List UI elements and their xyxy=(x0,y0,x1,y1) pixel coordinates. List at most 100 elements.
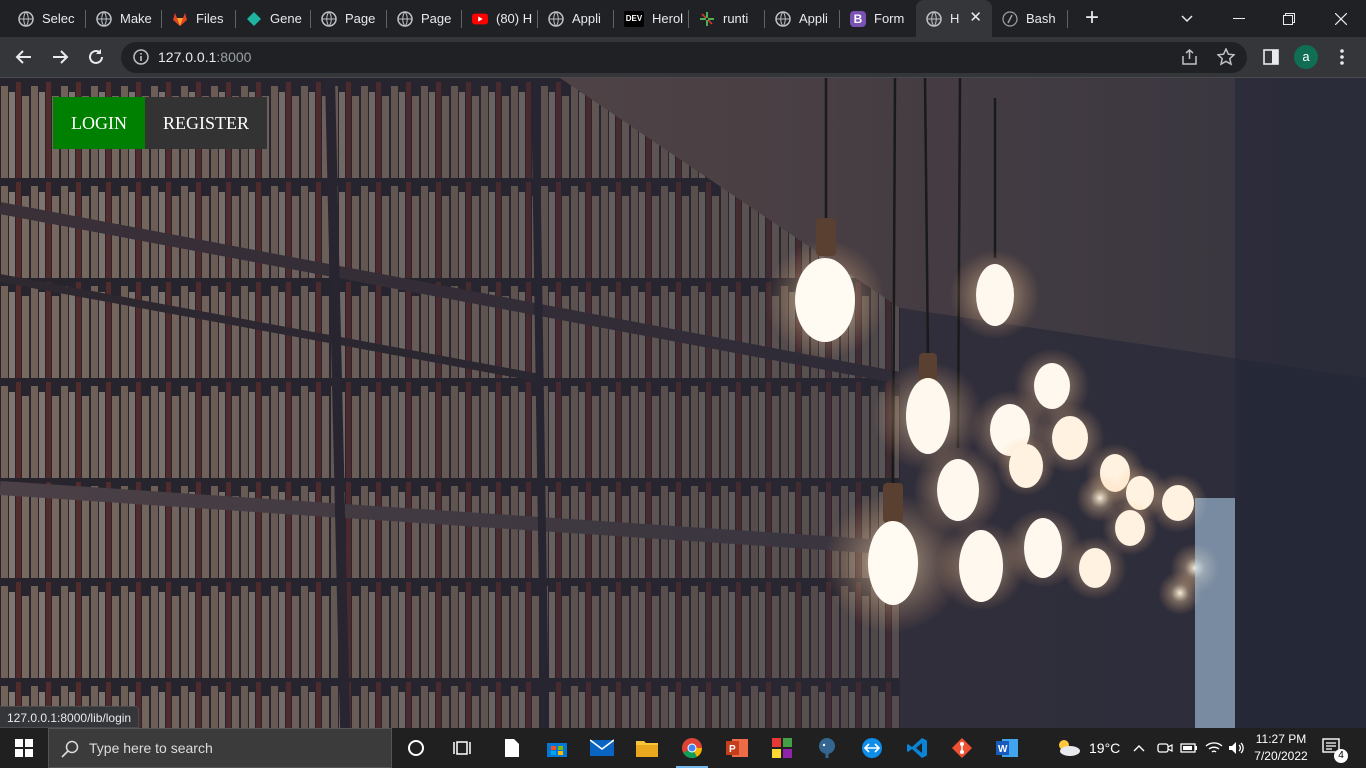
new-tab-button[interactable]: + xyxy=(1080,6,1104,31)
windows-start-icon[interactable] xyxy=(0,728,48,768)
site-info-icon[interactable] xyxy=(133,49,149,70)
colorful-app-icon[interactable] xyxy=(760,728,804,768)
browser-tab[interactable]: runti xyxy=(689,0,765,37)
address-bar[interactable]: 127.0.0.1:8000 xyxy=(121,42,1247,73)
search-icon xyxy=(61,740,79,763)
browser-toolbar: 127.0.0.1:8000 a xyxy=(0,37,1366,78)
taskbar-search-box[interactable]: Type here to search xyxy=(48,728,392,768)
gitlab-icon xyxy=(172,11,188,27)
search-placeholder: Type here to search xyxy=(89,740,213,756)
tab-title: Selec xyxy=(42,11,75,26)
weather-cloud-icon xyxy=(1055,737,1081,760)
globe-icon xyxy=(96,10,112,27)
bookmark-star-icon[interactable] xyxy=(1216,47,1236,71)
menu-dots-icon[interactable] xyxy=(1328,43,1356,71)
sparkle-icon xyxy=(699,11,715,27)
browser-tab[interactable]: Page xyxy=(387,0,462,37)
close-window-button[interactable] xyxy=(1316,0,1366,37)
back-icon[interactable] xyxy=(10,43,38,71)
tab-title: Bash xyxy=(1026,11,1056,26)
svg-text:P: P xyxy=(729,744,736,755)
tab-title: (80) H xyxy=(496,11,533,26)
globe-icon xyxy=(18,10,34,27)
browser-tab[interactable]: Appli xyxy=(538,0,614,37)
dev-icon: DEV xyxy=(624,10,644,27)
close-tab-icon[interactable]: ✕ xyxy=(969,10,982,26)
vscode-icon[interactable] xyxy=(895,728,939,768)
url-host: 127.0.0.1 xyxy=(158,49,217,65)
powerpoint-icon[interactable]: P xyxy=(715,728,759,768)
tab-title: Page xyxy=(421,11,452,26)
login-link[interactable]: LOGIN xyxy=(53,97,145,149)
notification-badge: 4 xyxy=(1334,749,1348,763)
tab-title: Page xyxy=(345,11,376,26)
globe-icon xyxy=(548,10,564,27)
notification-center-icon[interactable]: 4 xyxy=(1322,728,1348,768)
link-hover-status: 127.0.0.1:8000/lib/login xyxy=(0,706,140,728)
git-icon[interactable] xyxy=(940,728,984,768)
page-content: LOGIN REGISTER xyxy=(0,78,1366,728)
forward-icon[interactable] xyxy=(46,43,74,71)
globe-icon xyxy=(321,10,337,27)
tab-title: runti xyxy=(723,11,749,26)
svg-text:W: W xyxy=(998,744,1008,755)
file-icon[interactable] xyxy=(490,728,534,768)
browser-tab[interactable]: Files xyxy=(162,0,236,37)
browser-tab[interactable]: DEV Herol xyxy=(614,0,689,37)
youtube-icon xyxy=(472,11,488,27)
tab-search-icon[interactable] xyxy=(1162,0,1212,37)
file-explorer-icon[interactable] xyxy=(625,728,669,768)
diamond-icon xyxy=(246,11,262,27)
tab-title: Files xyxy=(196,11,224,26)
tab-title: Herol xyxy=(652,11,684,26)
browser-tab[interactable]: Appli xyxy=(765,0,840,37)
browser-tab[interactable]: Selec xyxy=(8,0,86,37)
task-view-icon[interactable] xyxy=(441,728,485,768)
clock-time: 11:27 PM xyxy=(1255,732,1307,746)
browser-tab[interactable]: (80) H xyxy=(462,0,538,37)
bash-icon xyxy=(1002,10,1018,27)
tab-title: Appli xyxy=(572,11,601,26)
library-background-image xyxy=(0,78,1366,728)
windows-taskbar: Type here to search P W 19°C 11:27 PM 7/… xyxy=(0,728,1366,768)
register-link[interactable]: REGISTER xyxy=(145,97,268,149)
tab-strip: Selec Make Files Gene Page Page (80) H A… xyxy=(0,0,1366,37)
restore-button[interactable] xyxy=(1264,0,1314,37)
top-nav: LOGIN REGISTER xyxy=(53,97,268,149)
mail-icon[interactable] xyxy=(580,728,624,768)
browser-tab[interactable]: Make xyxy=(86,0,162,37)
browser-tab[interactable]: Gene xyxy=(236,0,311,37)
bootstrap-icon: B xyxy=(850,10,866,27)
clock[interactable]: 11:27 PM 7/20/2022 xyxy=(1248,731,1314,765)
globe-icon xyxy=(775,10,791,27)
postgres-icon[interactable] xyxy=(805,728,849,768)
url-port: :8000 xyxy=(216,49,252,65)
word-icon[interactable]: W xyxy=(985,728,1029,768)
battery-icon[interactable] xyxy=(1180,728,1198,768)
wifi-icon[interactable] xyxy=(1205,728,1223,768)
reload-icon[interactable] xyxy=(82,43,110,71)
teamviewer-icon[interactable] xyxy=(850,728,894,768)
tab-title: Make xyxy=(120,11,152,26)
store-icon[interactable] xyxy=(535,728,579,768)
tab-title: Form xyxy=(874,11,905,26)
tab-title: Appli xyxy=(799,11,828,26)
side-panel-icon[interactable] xyxy=(1257,43,1285,71)
url-text: 127.0.0.1:8000 xyxy=(158,49,251,65)
volume-icon[interactable] xyxy=(1228,728,1246,768)
minimize-button[interactable] xyxy=(1214,0,1264,37)
browser-tab[interactable]: Bash xyxy=(992,0,1068,37)
browser-tab-active[interactable]: H ✕ xyxy=(916,0,992,37)
profile-avatar[interactable]: a xyxy=(1294,45,1318,69)
share-icon[interactable] xyxy=(1181,49,1199,70)
meet-now-icon[interactable] xyxy=(1157,728,1173,768)
weather-widget[interactable]: 19°C xyxy=(1055,728,1120,768)
browser-tab[interactable]: Page xyxy=(311,0,387,37)
browser-tab[interactable]: B Form xyxy=(840,0,915,37)
globe-icon xyxy=(397,10,413,27)
temperature-text: 19°C xyxy=(1089,740,1121,756)
globe-icon xyxy=(926,10,942,27)
show-hidden-icons-chevron-icon[interactable] xyxy=(1133,728,1145,768)
cortana-icon[interactable] xyxy=(394,728,438,768)
chrome-icon[interactable] xyxy=(670,728,714,768)
